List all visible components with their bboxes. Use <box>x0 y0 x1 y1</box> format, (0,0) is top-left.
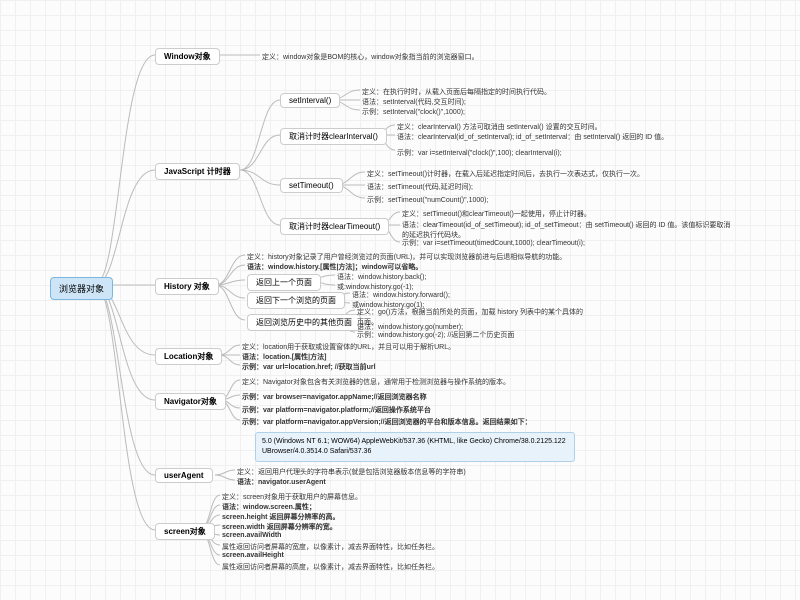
sub-settimeout[interactable]: setTimeout() <box>280 178 343 193</box>
branch-location[interactable]: Location对象 <box>155 348 222 365</box>
si-1: 定义：在执行时时，从载入页面后每隔指定的时间执行代码。 <box>362 87 551 97</box>
si-3: 示例：setInterval("clock()",1000); <box>362 107 465 117</box>
st-2: 语法：setTimeout(代码,延迟时间); <box>367 182 473 192</box>
hb-1: 语法：window.history.back(); <box>337 272 426 282</box>
n-2: 示例：var browser=navigator.appName;//返回浏览器… <box>242 392 427 402</box>
l-2: 语法：location.[属性|方法] <box>242 352 326 362</box>
info-box: 5.0 (Windows NT 6.1; WOW64) AppleWebKit/… <box>255 432 575 462</box>
n-4: 示例：var platform=navigator.appVersion;//返… <box>242 417 532 427</box>
branch-timer[interactable]: JavaScript 计时器 <box>155 163 240 180</box>
branch-screen[interactable]: screen对象 <box>155 523 215 540</box>
root-node[interactable]: 浏览器对象 <box>50 277 113 300</box>
sub-setinterval[interactable]: setInterval() <box>280 93 340 108</box>
si-2: 语法：setInterval(代码,交互时间); <box>362 97 466 107</box>
ua-1: 定义：返回用户代理头的字符串表示(就是包括浏览器版本信息等的字符串) <box>237 467 466 477</box>
s-8: 属性返回访问者屏幕的高度，以像素计，减去界面特性，比如任务栏。 <box>222 562 439 572</box>
ct-1: 定义：setTimeout()和clearTimeout()一起使用，停止计时器… <box>402 209 591 219</box>
ci-1: 定义：clearInterval() 方法可取消由 setInterval() … <box>397 122 602 132</box>
st-1: 定义：setTimeout()计时器，在载入后延迟指定时间后，去执行一次表达式，… <box>367 169 644 179</box>
st-3: 示例：setTimeout("numCount()",1000); <box>367 195 488 205</box>
n-3: 示例：var platform=navigator.platform;//返回操… <box>242 405 431 415</box>
l-1: 定义：location用于获取或设置窗体的URL，并且可以用于解析URL。 <box>242 342 455 352</box>
s-6: 属性返回访问者屏幕的宽度，以像素计，减去界面特性，比如任务栏。 <box>222 542 439 552</box>
h-2: 语法：window.history.[属性|方法]；window可以省略。 <box>247 262 422 272</box>
sub-cleartimeout[interactable]: 取消计时器clearTimeout() <box>280 218 389 235</box>
s-1: 定义：screen对象用于获取用户的屏幕信息。 <box>222 492 362 502</box>
window-def: 定义：window对象是BOM的核心，window对象指当前的浏览器窗口。 <box>262 52 479 62</box>
l-3: 示例：var url=location.href; //获取当前url <box>242 362 442 372</box>
ho-3: 示例：window.history.go(-2); //返回第二个历史页面 <box>357 330 557 340</box>
ci-2: 语法：clearInterval(id_of_setInterval); id_… <box>397 132 677 142</box>
n-1: 定义：Navigator对象包含有关浏览器的信息，通常用于检测浏览器与操作系统的… <box>242 377 510 387</box>
s-2: 语法：window.screen.属性； <box>222 502 316 512</box>
s-5: screen.availWidth <box>222 532 281 539</box>
ct-3: 示例：var i=setTimeout(timedCount,1000); cl… <box>402 238 682 248</box>
s-7: screen.availHeight <box>222 552 284 559</box>
branch-useragent[interactable]: userAgent <box>155 468 213 483</box>
branch-navigator[interactable]: Navigator对象 <box>155 393 226 410</box>
branch-window[interactable]: Window对象 <box>155 48 220 65</box>
s-4: screen.width 返回屏幕分辨率的宽。 <box>222 522 337 532</box>
branch-history[interactable]: History 对象 <box>155 278 219 295</box>
ci-3: 示例：var i=setInterval("clock()",100); cle… <box>397 148 647 158</box>
hf-1: 语法：window.history.forward(); <box>352 290 450 300</box>
h-1: 定义：history对象记录了用户曾经浏览过的页面(URL)，并可以实现浏览器前… <box>247 252 566 262</box>
s-3: screen.height 返回屏幕分辨率的高。 <box>222 512 339 522</box>
sub-clearinterval[interactable]: 取消计时器clearInterval() <box>280 128 387 145</box>
sub-forward[interactable]: 返回下一个浏览的页面 <box>247 292 345 309</box>
sub-other[interactable]: 返回浏览历史中的其他页面 <box>247 314 361 331</box>
ua-2: 语法：navigator.userAgent <box>237 477 326 487</box>
sub-back[interactable]: 返回上一个页面 <box>247 274 321 291</box>
ct-2: 语法：clearTimeout(id_of_setTimeout); id_of… <box>402 220 732 240</box>
